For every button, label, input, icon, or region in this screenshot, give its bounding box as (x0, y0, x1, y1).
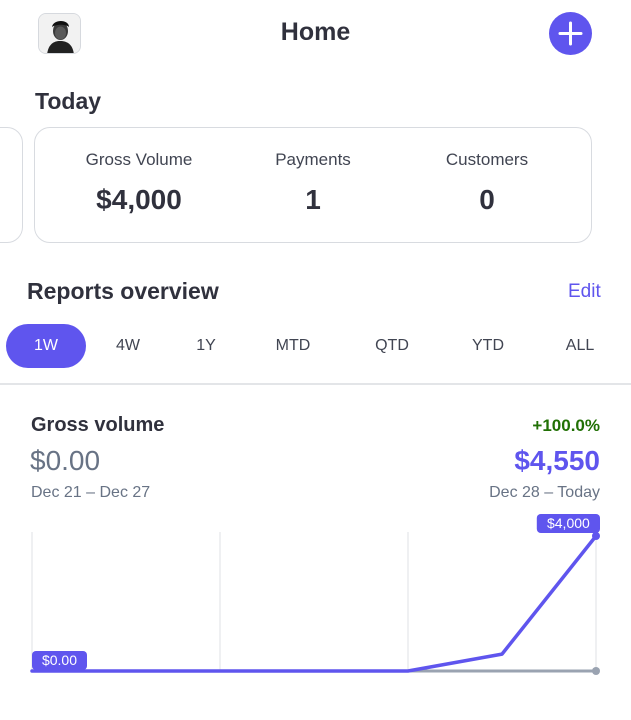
today-section-title: Today (35, 88, 102, 114)
metric-gross-volume: Gross Volume $4,000 (49, 150, 229, 216)
chart-label-end: $4,000 (547, 515, 590, 531)
tab-1w[interactable]: 1W (6, 324, 86, 368)
add-button[interactable] (549, 12, 592, 55)
current-date-range: Dec 28 – Today (489, 484, 600, 501)
chart-svg: $4,000 $0.00 (30, 514, 600, 675)
metric-value: 1 (305, 184, 321, 215)
metric-value: 0 (479, 184, 495, 215)
tab-4w[interactable]: 4W (102, 324, 154, 368)
gross-volume-change: +100.0% (532, 416, 600, 435)
edit-button[interactable]: Edit (568, 281, 601, 303)
today-summary-card[interactable]: Gross Volume $4,000 Payments 1 Customers… (34, 127, 592, 243)
tab-mtd[interactable]: MTD (263, 324, 323, 368)
previous-date-range: Dec 21 – Dec 27 (31, 484, 151, 501)
metric-label: Gross Volume (85, 150, 193, 169)
previous-summary-card[interactable] (0, 127, 23, 243)
tab-1y[interactable]: 1Y (182, 324, 230, 368)
metric-label: Customers (445, 150, 529, 169)
chart-point-comparison-end (592, 667, 600, 675)
gross-volume-chart[interactable]: $4,000 $0.00 (0, 510, 631, 690)
period-tabs: 1W 4W 1Y MTD QTD YTD ALL (0, 324, 631, 368)
chart-point-current-end (592, 532, 600, 540)
chart-label-start: $0.00 (42, 652, 77, 668)
plus-icon (558, 21, 583, 46)
reports-overview-title: Reports overview (27, 278, 219, 304)
tab-all[interactable]: ALL (550, 324, 610, 368)
chart-series-current (30, 534, 598, 673)
tabs-divider (0, 383, 631, 385)
metric-customers: Customers 0 (397, 150, 577, 216)
app-header: Home (0, 0, 631, 68)
metric-value: $4,000 (96, 184, 182, 215)
gross-volume-previous: $0.00 (30, 445, 101, 476)
metric-payments: Payments 1 (223, 150, 403, 216)
gross-volume-title: Gross volume (31, 414, 165, 436)
gross-volume-current: $4,550 (514, 445, 600, 476)
metric-label: Payments (275, 150, 351, 169)
tab-qtd[interactable]: QTD (362, 324, 422, 368)
tab-ytd[interactable]: YTD (458, 324, 518, 368)
page-title: Home (280, 18, 351, 46)
